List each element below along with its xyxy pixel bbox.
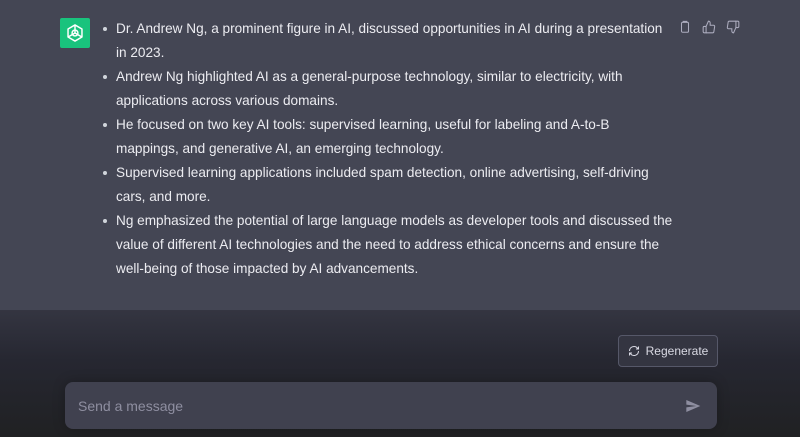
list-item: Supervised learning applications include… [103,161,673,209]
assistant-avatar [60,18,90,48]
copy-icon [680,20,690,33]
summary-list: Dr. Andrew Ng, a prominent figure in AI,… [103,17,673,281]
thumbs-up-icon [702,20,716,34]
thumbs-down-button[interactable] [726,20,740,34]
list-item: Andrew Ng highlighted AI as a general-pu… [103,65,673,113]
openai-logo-icon [67,24,83,42]
list-item: Ng emphasized the potential of large lan… [103,209,673,281]
regenerate-label: Regenerate [645,344,709,358]
send-icon [686,400,701,412]
list-item: He focused on two key AI tools: supervis… [103,113,673,161]
list-item-text: Ng emphasized the potential of large lan… [116,213,673,276]
chat-page: Dr. Andrew Ng, a prominent figure in AI,… [0,0,800,437]
thumbs-up-button[interactable] [702,20,716,34]
message-actions [678,20,740,34]
bullet-icon [103,123,107,127]
regenerate-button[interactable]: Regenerate [618,335,718,367]
message-input[interactable] [78,382,668,429]
list-item-text: Supervised learning applications include… [116,165,649,204]
list-item: Dr. Andrew Ng, a prominent figure in AI,… [103,17,673,65]
bullet-icon [103,219,107,223]
list-item-text: Andrew Ng highlighted AI as a general-pu… [116,69,623,108]
bullet-icon [103,27,107,31]
list-item-text: He focused on two key AI tools: supervis… [116,117,610,156]
bullet-icon [103,171,107,175]
message-composer [65,382,717,429]
assistant-message: Dr. Andrew Ng, a prominent figure in AI,… [0,0,800,310]
thumbs-down-icon [726,20,740,34]
copy-button[interactable] [678,20,692,34]
refresh-icon [628,346,639,356]
send-button[interactable] [684,397,702,415]
list-item-text: Dr. Andrew Ng, a prominent figure in AI,… [116,21,663,60]
bullet-icon [103,75,107,79]
